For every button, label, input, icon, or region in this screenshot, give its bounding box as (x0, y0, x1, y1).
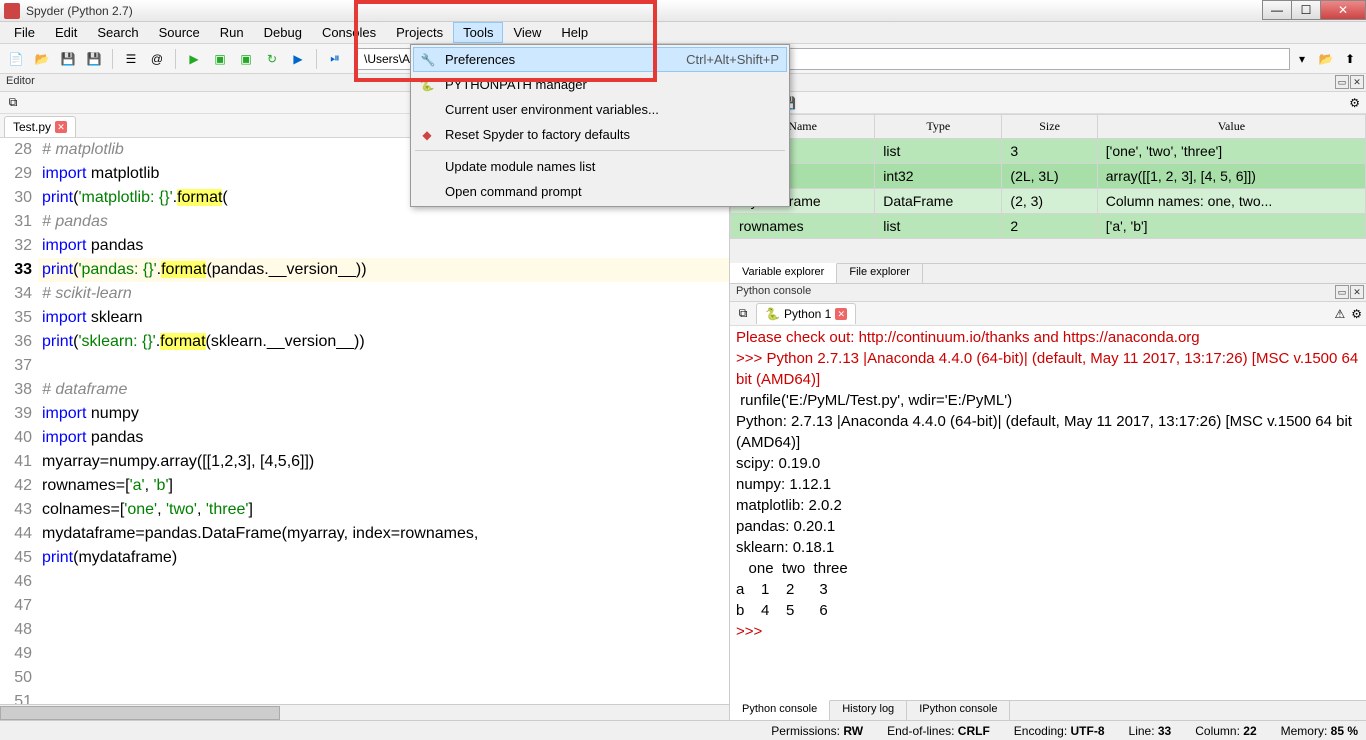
run-button[interactable]: ▶ (182, 47, 206, 71)
console-bottom-tabs: Python consoleHistory logIPython console (730, 700, 1366, 720)
tab-python-console[interactable]: Python console (730, 700, 830, 720)
editor-hscrollbar[interactable] (0, 704, 729, 720)
window-title: Spyder (Python 2.7) (26, 4, 133, 18)
menu-search[interactable]: Search (87, 22, 148, 43)
variable-table[interactable]: NameTypeSizeValueameslist3['one', 'two',… (730, 114, 1366, 263)
close-tab-icon[interactable]: ✕ (55, 121, 67, 133)
python-icon: 🐍 (419, 77, 435, 93)
step-button[interactable]: ⏯ (323, 47, 347, 71)
pane-close-button[interactable]: ✕ (1350, 285, 1364, 299)
editor-tab-label: Test.py (13, 120, 51, 134)
warning-icon[interactable]: ⚠ (1334, 307, 1345, 321)
maximize-button[interactable]: ☐ (1291, 0, 1321, 20)
save-all-button[interactable]: 💾 (82, 47, 106, 71)
statusbar: Permissions: RW End-of-lines: CRLF Encod… (0, 720, 1366, 740)
menu-open-cmd[interactable]: Open command prompt (413, 179, 787, 204)
menu-separator (415, 150, 785, 151)
varexp-bottom-tabs: Variable explorerFile explorer (730, 263, 1366, 283)
tab-history-log[interactable]: History log (830, 701, 907, 720)
menu-env-vars[interactable]: Current user environment variables... (413, 97, 787, 122)
editor-title-label: Editor (6, 75, 35, 87)
menu-reset-spyder[interactable]: ◆ Reset Spyder to factory defaults (413, 122, 787, 147)
status-line: Line: 33 (1129, 724, 1172, 738)
close-button[interactable]: ✕ (1320, 0, 1366, 20)
pane-close-button[interactable]: ✕ (1350, 75, 1364, 89)
console-tabs: ⧉ 🐍 Python 1 ✕ ⚠ ⚙ (730, 302, 1366, 326)
tab-file-explorer[interactable]: File explorer (837, 264, 923, 283)
menubar: FileEditSearchSourceRunDebugConsolesProj… (0, 22, 1366, 44)
editor-browse-button[interactable]: ⧉ (4, 94, 22, 112)
run-cell-advance-button[interactable]: ▣ (234, 47, 258, 71)
dir-dropdown-button[interactable]: ▾ (1290, 47, 1314, 71)
console-title-label: Python console (736, 285, 811, 297)
menu-pythonpath[interactable]: 🐍 PYTHONPATH manager (413, 72, 787, 97)
menu-tools[interactable]: Tools (453, 22, 503, 43)
pane-undock-button[interactable]: ▭ (1335, 75, 1349, 89)
pane-undock-button[interactable]: ▭ (1335, 285, 1349, 299)
run-cell-button[interactable]: ▣ (208, 47, 232, 71)
wrench-icon: 🔧 (420, 52, 436, 68)
console-tab-label: Python 1 (784, 307, 831, 321)
console-settings-icon[interactable]: ⚙ (1351, 307, 1362, 321)
parent-dir-button[interactable]: ⬆ (1338, 47, 1362, 71)
status-permissions: Permissions: RW (771, 724, 863, 738)
debug-button[interactable]: ▶ (286, 47, 310, 71)
menu-preferences[interactable]: 🔧 Preferences Ctrl+Alt+Shift+P (413, 47, 787, 72)
menu-projects[interactable]: Projects (386, 22, 453, 43)
console-pane-title: Python console ▭✕ (730, 284, 1366, 302)
status-encoding: Encoding: UTF-8 (1014, 724, 1105, 738)
run-selection-button[interactable]: ↻ (260, 47, 284, 71)
menu-file[interactable]: File (4, 22, 45, 43)
status-eol: End-of-lines: CRLF (887, 724, 990, 738)
tab-ipython-console[interactable]: IPython console (907, 701, 1010, 720)
menu-help[interactable]: Help (551, 22, 598, 43)
save-button[interactable]: 💾 (56, 47, 80, 71)
toolbar-sep (175, 49, 176, 69)
close-tab-icon[interactable]: ✕ (835, 308, 847, 320)
window-titlebar: Spyder (Python 2.7) — ☐ ✕ (0, 0, 1366, 22)
function-button[interactable]: @ (145, 47, 169, 71)
code-editor[interactable]: 28# matplotlib29import matplotlib30print… (0, 138, 729, 704)
menu-run[interactable]: Run (210, 22, 254, 43)
varexp-toolbar: ⬇ 💾 💾 ⚙ (730, 92, 1366, 114)
open-file-button[interactable]: 📂 (30, 47, 54, 71)
browse-dir-button[interactable]: 📂 (1314, 47, 1338, 71)
tools-menu-dropdown: 🔧 Preferences Ctrl+Alt+Shift+P 🐍 PYTHONP… (410, 44, 790, 207)
toolbar-sep (112, 49, 113, 69)
status-memory: Memory: 85 % (1281, 724, 1358, 738)
menu-source[interactable]: Source (149, 22, 210, 43)
python-icon: 🐍 (765, 307, 780, 321)
settings-icon[interactable]: ⚙ (1349, 96, 1360, 110)
toolbar-sep (316, 49, 317, 69)
console-tab-python1[interactable]: 🐍 Python 1 ✕ (756, 303, 856, 324)
editor-tab-test[interactable]: Test.py ✕ (4, 116, 76, 137)
spyder-app-icon (4, 3, 20, 19)
varexp-pane-title: explorer ▭✕ (730, 74, 1366, 92)
menu-consoles[interactable]: Consoles (312, 22, 386, 43)
new-file-button[interactable]: 📄 (4, 47, 28, 71)
minimize-button[interactable]: — (1262, 0, 1292, 20)
list-button[interactable]: ☰ (119, 47, 143, 71)
tab-variable-explorer[interactable]: Variable explorer (730, 263, 837, 283)
console-output[interactable]: Please check out: http://continuum.io/th… (730, 326, 1366, 700)
status-column: Column: 22 (1195, 724, 1256, 738)
menu-shortcut: Ctrl+Alt+Shift+P (686, 52, 779, 67)
menu-edit[interactable]: Edit (45, 22, 87, 43)
spyder-icon: ◆ (419, 127, 435, 143)
menu-update-modules[interactable]: Update module names list (413, 154, 787, 179)
console-browse-button[interactable]: ⧉ (734, 305, 752, 323)
menu-view[interactable]: View (503, 22, 551, 43)
menu-debug[interactable]: Debug (254, 22, 312, 43)
